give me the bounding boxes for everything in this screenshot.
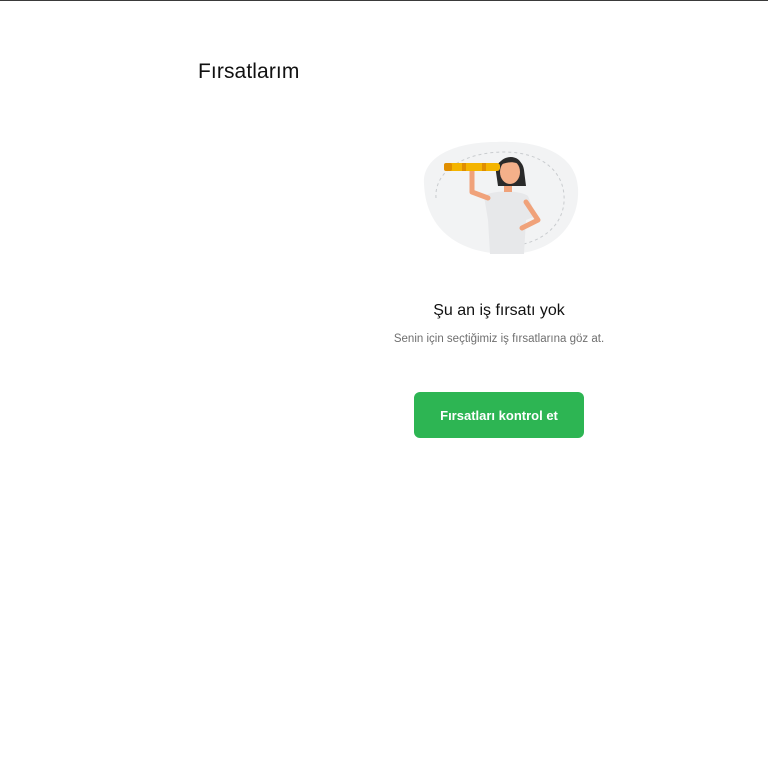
check-opportunities-button[interactable]: Fırsatları kontrol et (414, 392, 584, 438)
page-title: Fırsatlarım (198, 60, 300, 83)
top-border (0, 0, 768, 1)
empty-state-title: Şu an iş fırsatı yok (433, 302, 565, 319)
empty-state-subtitle: Senin için seçtiğimiz iş fırsatlarına gö… (393, 333, 605, 345)
woman-with-telescope-illustration (423, 141, 579, 254)
